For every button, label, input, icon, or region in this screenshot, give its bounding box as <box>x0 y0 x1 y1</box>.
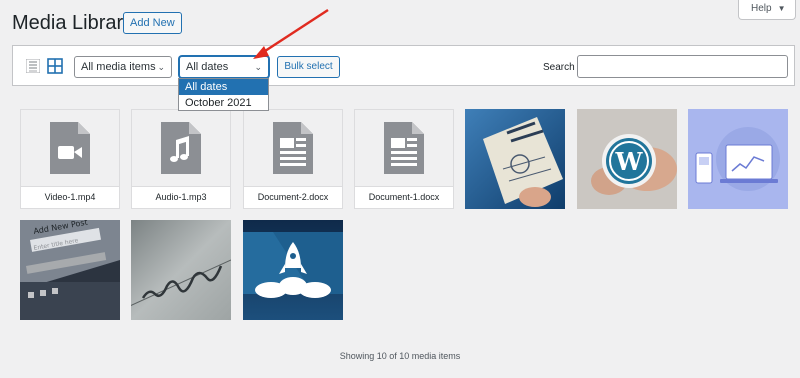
handwriting-image <box>131 220 231 320</box>
date-filter-select[interactable]: All dates ⌄ <box>179 56 269 78</box>
rocket-launch-image <box>243 220 343 320</box>
search-label: Search <box>543 62 575 73</box>
video-file-icon <box>50 122 90 174</box>
dropdown-option-all-dates[interactable]: All dates <box>179 79 268 95</box>
date-filter-dropdown: All dates October 2021 <box>178 78 269 111</box>
dropdown-option-october-2021[interactable]: October 2021 <box>179 95 268 111</box>
media-filename: Video-1.mp4 <box>21 186 119 208</box>
date-filter-value: All dates <box>186 61 229 73</box>
media-toolbar: All media items ⌄ All dates ⌄ Bulk selec… <box>12 45 795 86</box>
online-marketing-image <box>465 109 565 209</box>
media-item-audio[interactable]: Audio-1.mp3 <box>131 109 231 209</box>
media-item-document[interactable]: Document-2.docx <box>243 109 343 209</box>
grid-view-icon[interactable] <box>47 58 63 74</box>
media-type-filter-value: All media items <box>81 61 156 73</box>
add-new-post-screenshot-image: Add New Post Enter title here <box>20 220 120 320</box>
media-filename: Audio-1.mp3 <box>132 186 230 208</box>
list-view-icon[interactable] <box>26 59 40 73</box>
document-file-icon <box>273 122 313 174</box>
wordpress-logo-image: W <box>577 109 677 209</box>
page-title: Media Library <box>12 12 134 34</box>
media-item-image[interactable] <box>688 109 788 209</box>
help-tab-button[interactable]: Help ▼ <box>738 0 796 20</box>
caret-down-icon: ▼ <box>777 4 786 13</box>
document-file-icon <box>384 122 424 174</box>
media-count-text: Showing 10 of 10 media items <box>339 351 461 361</box>
media-filename: Document-2.docx <box>244 186 342 208</box>
media-filename: Document-1.docx <box>355 186 453 208</box>
media-item-video[interactable]: Video-1.mp4 <box>20 109 120 209</box>
chevron-down-icon: ⌄ <box>157 62 165 72</box>
svg-text:W: W <box>615 147 644 176</box>
audio-file-icon <box>161 122 201 174</box>
media-item-image[interactable] <box>131 220 231 320</box>
media-type-filter-select[interactable]: All media items ⌄ <box>74 56 172 78</box>
chevron-down-icon: ⌄ <box>254 62 262 72</box>
media-item-document[interactable]: Document-1.docx <box>354 109 454 209</box>
devices-analytics-image <box>688 109 788 209</box>
media-item-image[interactable] <box>465 109 565 209</box>
media-item-image[interactable]: Add New Post Enter title here <box>20 220 120 320</box>
media-item-image[interactable]: W <box>577 109 677 209</box>
bulk-select-button[interactable]: Bulk select <box>277 56 340 78</box>
add-new-button[interactable]: Add New <box>123 12 182 34</box>
help-label: Help <box>751 3 772 14</box>
search-input[interactable] <box>577 55 788 78</box>
media-item-image[interactable] <box>243 220 343 320</box>
